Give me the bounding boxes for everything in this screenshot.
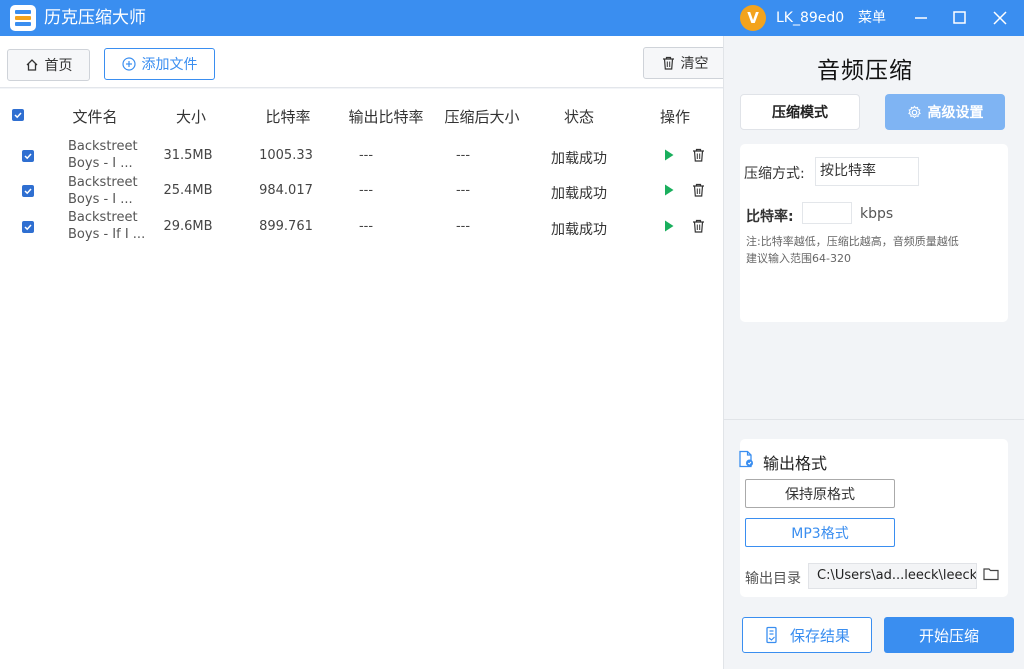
bitrate-input[interactable] [802, 202, 852, 224]
file-name: Backstreet Boys - I ... [68, 175, 138, 207]
output-dir-label: 输出目录 [745, 571, 801, 587]
add-file-label: 添加文件 [141, 57, 198, 73]
clear-button[interactable]: 清空 [643, 47, 727, 79]
close-button[interactable] [985, 3, 1015, 33]
output-bitrate: --- [358, 183, 374, 198]
minimize-icon [915, 17, 927, 19]
table-row: Backstreet Boys - If I ... 29.6MB 899.76… [0, 210, 723, 245]
output-bitrate: --- [358, 148, 374, 163]
play-icon[interactable] [664, 149, 674, 161]
bitrate-range-note: 建议输入范围64-320 [746, 252, 851, 265]
compression-settings-card: 压缩方式: 按比特率 比特率: kbps 注:比特率越低，压缩比越高，音频质量越… [740, 144, 1008, 322]
trash-icon [662, 56, 674, 70]
compressed-size: --- [455, 148, 471, 163]
method-label: 压缩方式: [744, 166, 805, 182]
bitrate-label: 比特率: [746, 209, 794, 225]
home-button[interactable]: 首页 [7, 49, 90, 81]
delete-icon[interactable] [692, 183, 705, 197]
status-text: 加载成功 [551, 186, 607, 202]
file-name: Backstreet Boys - If I ... [68, 210, 146, 242]
file-bitrate: 984.017 [259, 183, 313, 198]
close-icon [993, 11, 1007, 25]
toolbar: 首页 添加文件 清空 [0, 36, 727, 88]
status-text: 加载成功 [551, 151, 607, 167]
header-compressed-size: 压缩后大小 [444, 108, 520, 126]
user-avatar[interactable]: V [740, 5, 766, 31]
output-format-title: 输出格式 [763, 454, 828, 473]
mp3-format-button[interactable]: MP3格式 [745, 518, 895, 547]
tab-compress-mode-label: 压缩模式 [772, 105, 828, 121]
header-actions: 操作 [659, 108, 690, 126]
row-checkbox[interactable] [22, 185, 34, 197]
play-icon[interactable] [664, 220, 674, 232]
clear-label: 清空 [680, 56, 709, 72]
home-label: 首页 [44, 58, 73, 74]
row-checkbox[interactable] [22, 221, 34, 233]
output-bitrate: --- [358, 219, 374, 234]
output-dir-field[interactable]: C:\Users\ad...leeck\leeck [808, 563, 977, 589]
tab-compress-mode[interactable]: 压缩模式 [740, 94, 860, 130]
status-text: 加载成功 [551, 222, 607, 238]
delete-icon[interactable] [692, 219, 705, 233]
file-bitrate: 1005.33 [259, 148, 313, 163]
title-bar: 历克压缩大师 V LK_89ed0 菜单 [0, 0, 1024, 36]
tab-advanced-label: 高级设置 [927, 105, 984, 121]
file-size: 25.4MB [163, 183, 213, 198]
file-name: Backstreet Boys - I ... [68, 139, 138, 171]
save-icon [766, 626, 777, 644]
folder-icon[interactable] [983, 567, 999, 581]
header-bitrate: 比特率 [265, 108, 311, 126]
save-result-label: 保存结果 [789, 626, 850, 645]
delete-icon[interactable] [692, 148, 705, 162]
menu-button[interactable]: 菜单 [858, 9, 886, 27]
app-logo-icon [10, 5, 36, 31]
header-output-bitrate: 输出比特率 [348, 108, 424, 126]
user-name[interactable]: LK_89ed0 [776, 9, 844, 27]
add-file-button[interactable]: 添加文件 [104, 48, 215, 80]
minimize-button[interactable] [906, 3, 936, 33]
play-icon[interactable] [664, 184, 674, 196]
header-filename: 文件名 [72, 108, 118, 126]
plus-circle-icon [121, 57, 136, 71]
file-size: 31.5MB [163, 148, 213, 163]
app-title: 历克压缩大师 [44, 8, 146, 28]
file-format-icon [739, 450, 753, 468]
header-size: 大小 [175, 108, 206, 126]
file-bitrate: 899.761 [259, 219, 313, 234]
panel-divider [724, 419, 1024, 420]
panel-title: 音频压缩 [817, 58, 913, 84]
compressed-size: --- [455, 219, 471, 234]
table-row: Backstreet Boys - I ... 31.5MB 1005.33 -… [0, 139, 723, 174]
method-select[interactable]: 按比特率 [815, 157, 919, 186]
keep-format-button[interactable]: 保持原格式 [745, 479, 895, 508]
bitrate-note: 注:比特率越低，压缩比越高，音频质量越低 [746, 235, 959, 248]
settings-panel: 音频压缩 压缩模式 高级设置 压缩方式: 按比特率 比特率: kbps 注:比特… [723, 36, 1024, 669]
bitrate-unit: kbps [860, 206, 894, 222]
save-result-button[interactable]: 保存结果 [742, 617, 872, 653]
header-status: 状态 [563, 108, 594, 126]
maximize-icon [953, 11, 966, 24]
output-format-card: 输出格式 保持原格式 MP3格式 输出目录 C:\Users\ad...leec… [739, 439, 1008, 597]
gear-icon [907, 105, 921, 118]
compressed-size: --- [455, 183, 471, 198]
home-icon [26, 59, 37, 71]
row-checkbox[interactable] [22, 150, 34, 162]
file-size: 29.6MB [163, 219, 213, 234]
file-table: 文件名 大小 比特率 输出比特率 压缩后大小 状态 操作 Backstreet … [0, 89, 723, 669]
tab-advanced-settings[interactable]: 高级设置 [885, 94, 1005, 130]
maximize-button[interactable] [944, 3, 974, 33]
start-compress-button[interactable]: 开始压缩 [884, 617, 1014, 653]
select-all-checkbox[interactable] [12, 109, 24, 121]
table-row: Backstreet Boys - I ... 25.4MB 984.017 -… [0, 175, 723, 210]
